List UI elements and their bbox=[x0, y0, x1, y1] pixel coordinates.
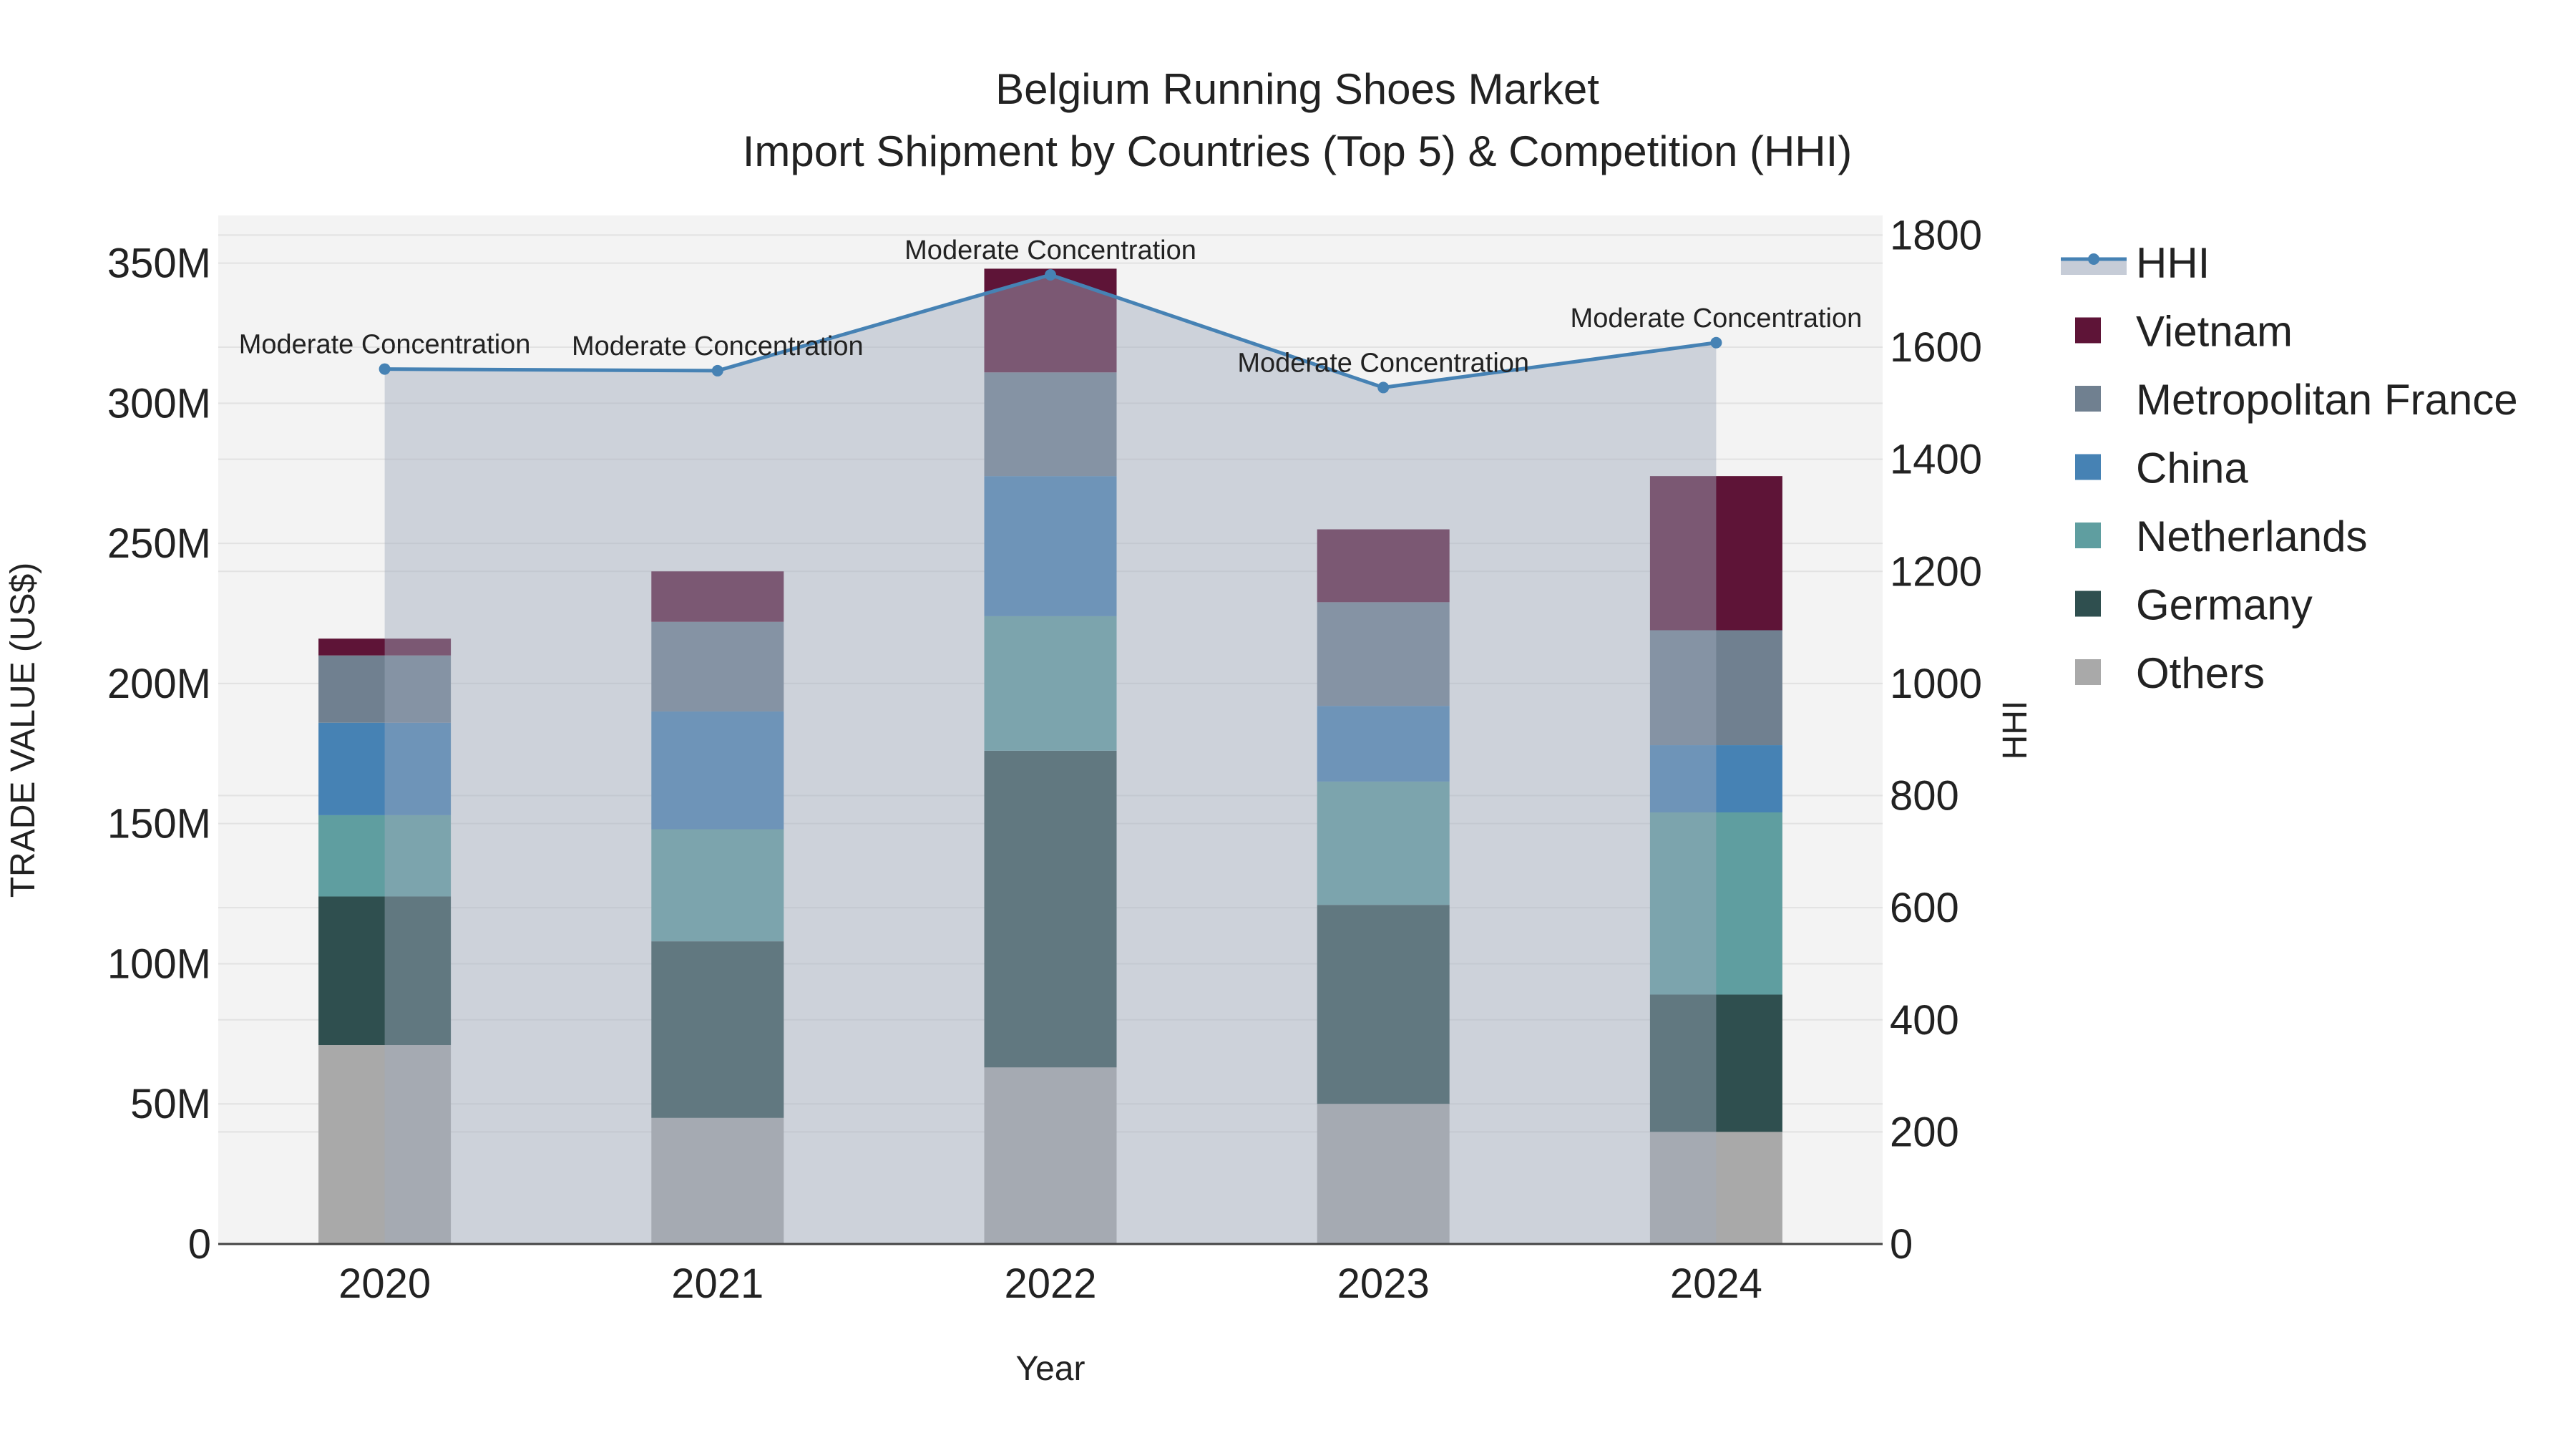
hhi-annotation: Moderate Concentration bbox=[1571, 303, 1863, 334]
legend-swatch-germany bbox=[2075, 591, 2101, 617]
legend-label-china[interactable]: China bbox=[2136, 444, 2248, 492]
hhi-annotation: Moderate Concentration bbox=[572, 331, 864, 361]
y2-tick-label: 1000 bbox=[1890, 661, 1982, 707]
legend-label-netherlands[interactable]: Netherlands bbox=[2136, 512, 2368, 560]
legend-swatch-netherlands bbox=[2075, 523, 2101, 548]
hhi-annotation: Moderate Concentration bbox=[239, 330, 531, 360]
y-tick-label: 300M bbox=[107, 380, 211, 427]
hhi-point-2020 bbox=[379, 363, 391, 375]
legend-swatch-vietnam bbox=[2075, 317, 2101, 344]
y-axis-label: TRADE VALUE (US$) bbox=[4, 563, 42, 898]
hhi-point-2022 bbox=[1045, 269, 1056, 281]
chart: Belgium Running Shoes Market Import Ship… bbox=[4, 65, 2518, 1388]
legend-label-vietnam[interactable]: Vietnam bbox=[2136, 308, 2293, 356]
y-tick-label: 250M bbox=[107, 520, 211, 567]
chart-title-line1: Belgium Running Shoes Market bbox=[995, 65, 1599, 113]
y2-tick-label: 200 bbox=[1890, 1109, 1959, 1155]
legend-swatch-metropolitan-france bbox=[2075, 386, 2101, 412]
hhi-point-2021 bbox=[711, 364, 723, 376]
y-tick-label: 350M bbox=[107, 240, 211, 287]
x-tick-label: 2020 bbox=[338, 1260, 431, 1307]
legend-swatch-others bbox=[2075, 659, 2101, 685]
legend-swatch-china bbox=[2075, 454, 2101, 480]
x-tick-label: 2022 bbox=[1004, 1260, 1096, 1307]
legend-label-hhi[interactable]: HHI bbox=[2136, 239, 2210, 287]
y-tick-label: 0 bbox=[188, 1221, 211, 1268]
y-tick-label: 200M bbox=[107, 661, 211, 707]
y2-tick-label: 800 bbox=[1890, 773, 1959, 820]
chart-title-line2: Import Shipment by Countries (Top 5) & C… bbox=[743, 127, 1853, 175]
y-tick-label: 50M bbox=[130, 1081, 211, 1127]
y2-tick-label: 600 bbox=[1890, 885, 1959, 931]
legend-marker-hhi bbox=[2088, 253, 2099, 265]
legend-label-metropolitan-france[interactable]: Metropolitan France bbox=[2136, 376, 2518, 424]
plot-area: 0 50M 100M 150M 200M 250M 300M 350M 0 200 400 600 80… bbox=[107, 212, 1982, 1307]
y2-tick-label: 1600 bbox=[1890, 324, 1982, 371]
legend-label-germany[interactable]: Germany bbox=[2136, 581, 2313, 629]
x-tick-label: 2023 bbox=[1337, 1260, 1430, 1307]
y2-tick-label: 1800 bbox=[1890, 212, 1982, 258]
y2-axis-label: HHI bbox=[1996, 701, 2034, 760]
x-tick-label: 2024 bbox=[1670, 1260, 1762, 1307]
hhi-annotation: Moderate Concentration bbox=[1237, 348, 1529, 378]
y2-tick-label: 400 bbox=[1890, 997, 1959, 1044]
legend-label-others[interactable]: Others bbox=[2136, 649, 2265, 697]
hhi-point-2024 bbox=[1710, 336, 1722, 349]
y2-tick-label: 0 bbox=[1890, 1221, 1913, 1268]
hhi-annotation: Moderate Concentration bbox=[904, 235, 1196, 266]
y2-tick-label: 1400 bbox=[1890, 437, 1982, 483]
y-tick-label: 150M bbox=[107, 801, 211, 847]
y-tick-label: 100M bbox=[107, 941, 211, 987]
x-axis-label: Year bbox=[1016, 1350, 1085, 1388]
hhi-area bbox=[384, 275, 1717, 1244]
hhi-point-2023 bbox=[1377, 382, 1390, 394]
y2-tick-label: 1200 bbox=[1890, 548, 1982, 595]
legend: HHI Vietnam Metropolitan France China Nether… bbox=[2061, 239, 2518, 697]
x-tick-label: 2021 bbox=[671, 1260, 763, 1307]
